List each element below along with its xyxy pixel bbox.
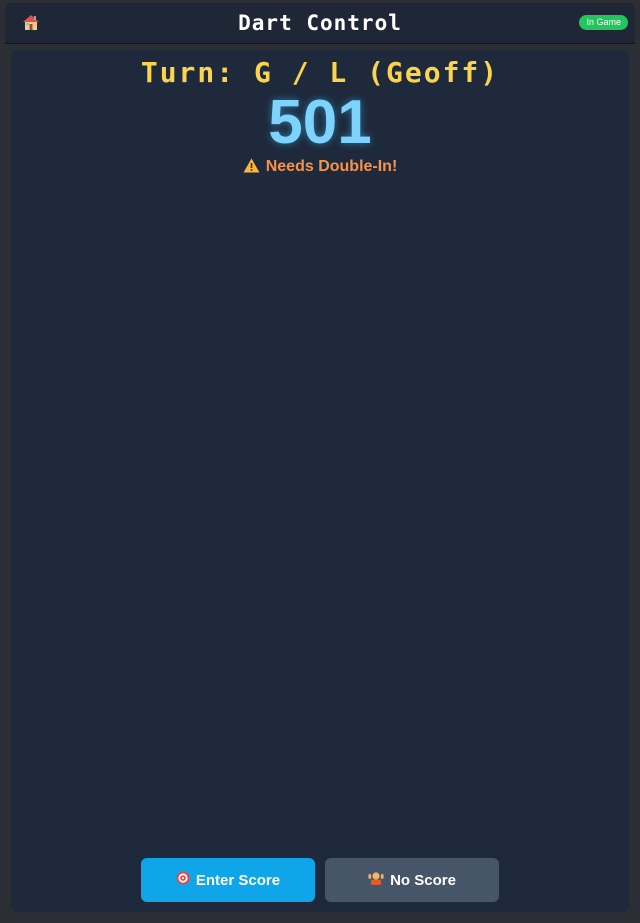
top-bar: Dart Control In Game [5, 3, 635, 44]
app-frame: Dart Control In Game Turn: G / L (Geoff)… [0, 0, 640, 923]
double-in-warning: Needs Double-In! [11, 158, 629, 178]
status-badge: In Game [579, 15, 628, 30]
no-score-button[interactable]: No Score [325, 858, 499, 902]
target-icon [176, 871, 190, 889]
enter-score-button[interactable]: Enter Score [141, 858, 315, 902]
turn-label: Turn: G / L (Geoff) [140, 56, 500, 89]
shrug-icon [368, 870, 384, 890]
app-title: Dart Control [238, 11, 402, 35]
warning-icon [243, 158, 260, 178]
enter-score-label: Enter Score [195, 871, 281, 889]
game-panel: Turn: G / L (Geoff) 501 Needs Double-In! [11, 50, 629, 912]
no-score-label: No Score [390, 871, 456, 889]
warning-text: Needs Double-In! [265, 158, 398, 175]
remaining-score: 501 [268, 88, 372, 157]
